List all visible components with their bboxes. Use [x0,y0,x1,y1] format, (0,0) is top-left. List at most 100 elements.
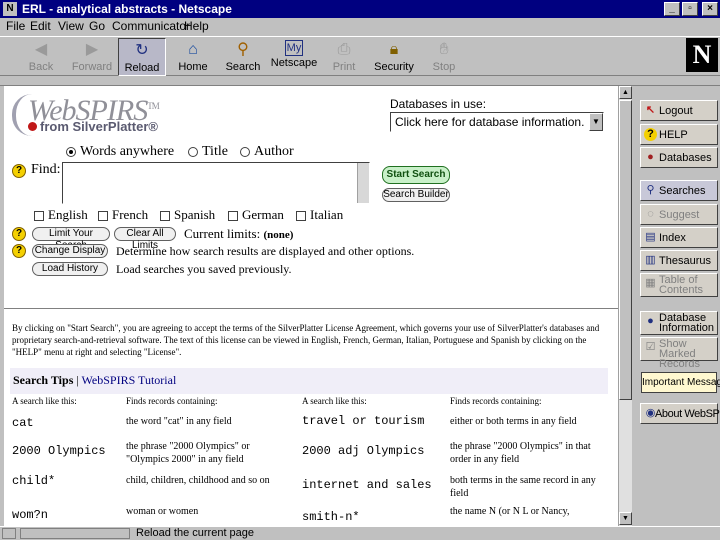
menu-view[interactable]: View [58,19,84,33]
menu-edit[interactable]: Edit [30,19,51,33]
search-button[interactable]: ⚲ Search [219,38,267,76]
language-spanish[interactable]: Spanish [160,207,215,223]
limit-search-button[interactable]: Limit Your Search [32,227,110,251]
netscape-window-icon[interactable]: N [3,2,17,16]
security-status-icon[interactable] [2,528,16,539]
netscape-button[interactable]: My Netscape [270,38,318,76]
find-textarea[interactable] [62,162,370,204]
database-info-icon: ● [647,315,654,327]
main-scrollbar[interactable]: ▲ ▼ [618,86,632,526]
sidebar-searches[interactable]: ⚲ Searches [640,180,718,201]
database-select[interactable]: Click here for database information. ▼ [390,112,604,132]
find-label: Find: [31,162,61,177]
sidebar-suggest[interactable]: ◌ Suggest [640,204,718,225]
language-french[interactable]: French [98,207,148,223]
security-button[interactable]: 🔒︎ Security [370,38,418,76]
load-history-button[interactable]: Load History [32,262,108,276]
print-icon: ⎙ [337,41,351,58]
sidebar-index[interactable]: ▤ Index [640,227,718,248]
search-tips-panel: Search Tips | WebSPIRS Tutorial A search… [10,368,608,526]
help-question-icon[interactable]: ? [12,244,26,258]
checkbox-icon [160,211,170,222]
close-button[interactable]: × [702,2,718,16]
sidebar-show-marked-records[interactable]: ☑ Show Marked Records [640,337,718,370]
status-text: Reload the current page [136,527,255,539]
location-bar-collapsed[interactable] [0,76,720,86]
logo-tm: TM [147,101,159,111]
help-question-icon[interactable]: ? [12,164,26,178]
language-italian[interactable]: Italian [296,207,343,223]
database-select-value: Click here for database information. [395,115,585,129]
tips-cell: wom?n [12,508,49,522]
scroll-thumb[interactable] [619,100,632,400]
tips-cell: the phrase "2000 Olympics" or "Olympics … [126,441,250,465]
menu-go[interactable]: Go [89,19,105,33]
back-button[interactable]: ◀ Back [17,38,65,76]
logo-reg: ® [148,119,158,134]
title-bar: N ERL - analytical abstracts - Netscape … [0,0,720,18]
checkbox-icon [98,211,108,222]
mode-author[interactable]: Author [240,144,294,160]
tips-cell: child, children, childhood and so on [126,475,270,486]
sidebar-about-webspirs[interactable]: ◉About WebSPIRS [640,403,720,424]
reload-icon: ↻ [135,42,149,59]
checkbox-icon [296,211,306,222]
webspirs-logo: WebSPIRSTM from SilverPlatter® [12,94,172,138]
checkbox-icon [228,211,238,222]
sidebar-logout[interactable]: ↖ Logout [640,100,718,121]
tips-separator: | [73,373,82,387]
sidebar-database-information[interactable]: ● Database Information [640,311,718,335]
radio-icon [188,146,198,157]
sidebar-help[interactable]: ? HELP [640,124,718,145]
scroll-up-icon[interactable]: ▲ [619,86,632,99]
stop-button[interactable]: ✋︎ Stop [420,38,468,76]
window-title: ERL - analytical abstracts - Netscape [22,2,232,16]
reload-button[interactable]: ↻ Reload [118,38,166,76]
stop-icon: ✋︎ [439,41,449,58]
start-search-button[interactable]: Start Search [382,166,450,184]
tips-header-col1: A search like this: [12,396,77,406]
index-icon: ▤ [645,231,656,243]
tips-cell: 2000 Olympics [12,444,106,458]
minimize-button[interactable]: _ [664,2,680,16]
sidebar-thesaurus[interactable]: ▥ Thesaurus [640,250,718,271]
language-english[interactable]: English [34,207,88,223]
toc-icon: ▦ [645,277,656,289]
menu-file[interactable]: File [6,19,25,33]
sidebar-databases[interactable]: ● Databases [640,147,718,168]
home-icon: ⌂ [188,41,198,58]
search-tips-title: Search Tips [13,373,74,387]
help-question-icon[interactable]: ? [12,227,26,241]
change-display-button[interactable]: Change Display [32,244,108,258]
language-german[interactable]: German [228,207,284,223]
netscape-throbber-icon[interactable]: N [686,38,718,72]
maximize-button[interactable]: ▫ [682,2,698,16]
databases-icon: ● [647,151,654,163]
home-button[interactable]: ⌂ Home [169,38,217,76]
marked-records-icon: ☑ [645,341,656,353]
suggest-icon: ◌ [647,208,654,220]
important-message-button[interactable]: Important Message [641,372,720,393]
forward-button[interactable]: ▶ Forward [68,38,116,76]
menu-help[interactable]: Help [184,19,209,33]
mode-words-anywhere[interactable]: Words anywhere [66,144,174,160]
checkbox-icon [34,211,44,222]
tips-cell: smith-n* [302,510,360,524]
tips-cell: internet and sales [302,478,432,492]
current-limits-label: Current limits: [184,226,261,241]
tips-cell: either or both terms in any field [450,416,577,427]
lock-icon: 🔒︎ [389,41,399,58]
print-button[interactable]: ⎙ Print [320,38,368,76]
tutorial-link[interactable]: WebSPIRS Tutorial [82,373,177,387]
chevron-down-icon[interactable]: ▼ [589,113,603,131]
sidebar-table-of-contents[interactable]: ▦ Table of Contents [640,273,718,297]
textarea-scrollbar[interactable] [357,163,369,203]
help-icon: ? [644,128,657,141]
tips-cell: child* [12,474,56,488]
menu-communicator[interactable]: Communicator [112,19,190,33]
scroll-down-icon[interactable]: ▼ [619,512,632,525]
search-builder-button[interactable]: Search Builder [382,188,450,202]
tips-cell: the name N (or N L or Nancy, [450,506,570,517]
mode-title[interactable]: Title [188,144,228,160]
clear-limits-button[interactable]: Clear All Limits [114,227,176,251]
